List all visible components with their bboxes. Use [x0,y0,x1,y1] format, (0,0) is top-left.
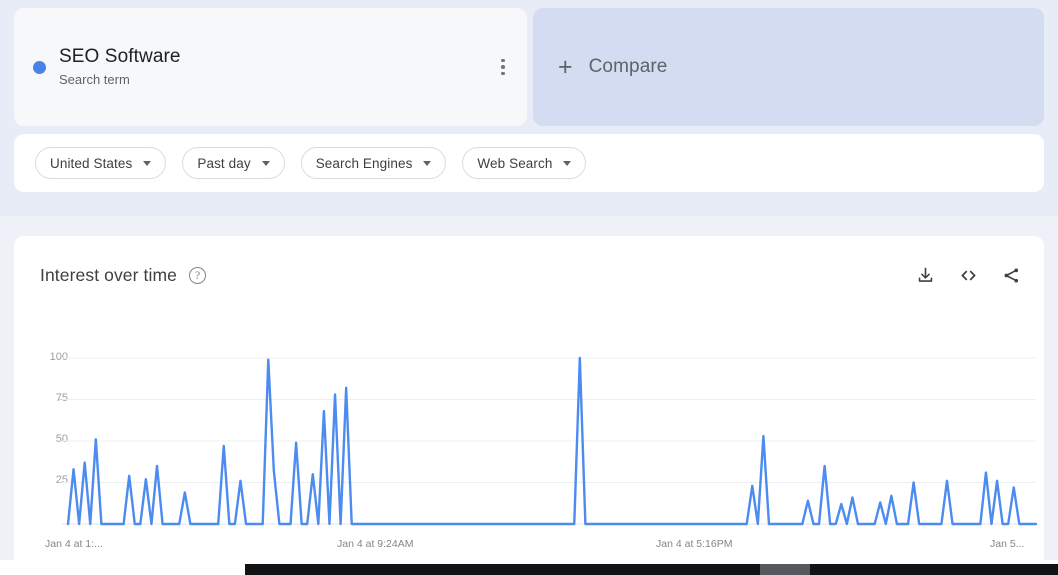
x-tick-label: Jan 4 at 1:... [45,538,103,550]
filter-chip-search-type[interactable]: Web Search [462,147,587,179]
filter-chip-time-range[interactable]: Past day [182,147,285,179]
search-term-card[interactable]: SEO Software Search term [14,8,527,126]
horizontal-scrollbar[interactable] [245,564,1058,575]
filter-chip-location[interactable]: United States [35,147,167,179]
filter-chip-category[interactable]: Search Engines [300,147,447,179]
chart-svg [59,356,1038,526]
compare-label: Compare [588,56,668,77]
x-tick-label: Jan 4 at 5:16PM [656,538,733,550]
filter-label-time-range: Past day [197,155,251,171]
dot-2 [501,65,505,69]
x-axis: Jan 4 at 1:... Jan 4 at 9:24AM Jan 4 at … [14,538,1044,558]
chart-actions [915,265,1022,286]
search-term-title: SEO Software [59,45,181,67]
scrollbar-left-gap [0,564,245,575]
search-terms-row: SEO Software Search term + Compare [14,8,1044,126]
share-icon[interactable] [1001,265,1022,286]
filter-label-location: United States [50,155,133,171]
chevron-down-icon [143,160,152,166]
search-term-subtitle: Search term [59,71,130,87]
filter-label-search-type: Web Search [477,155,553,171]
chevron-down-icon [563,160,572,166]
compare-button[interactable]: + Compare [533,8,1044,126]
interest-over-time-card: Interest over time ? 100 75 50 25 Jan 4 … [14,236,1044,566]
scrollbar-thumb[interactable] [760,564,810,575]
dot-3 [501,71,505,76]
interest-over-time-chart[interactable] [14,352,1044,537]
chart-header: Interest over time ? [40,260,1022,290]
help-circle-icon[interactable]: ? [189,266,206,284]
series-color-dot [33,60,46,74]
search-term-text: SEO Software Search term [59,45,181,90]
download-icon[interactable] [915,265,936,286]
chevron-down-icon [423,160,432,166]
page-title: Interest over time [40,264,177,285]
left-gutter [0,236,14,566]
google-trends-page: SEO Software Search term + Compare Unite… [0,0,1058,575]
x-tick-label: Jan 5... [990,538,1025,550]
more-vert-icon[interactable] [489,53,517,81]
x-tick-label: Jan 4 at 9:24AM [337,538,414,550]
embed-code-icon[interactable] [958,265,979,286]
plus-icon: + [558,52,573,81]
chevron-down-icon [261,160,270,166]
filter-label-category: Search Engines [315,155,413,171]
dot-1 [501,58,505,63]
filter-bar: United States Past day Search Engines We… [14,134,1044,192]
